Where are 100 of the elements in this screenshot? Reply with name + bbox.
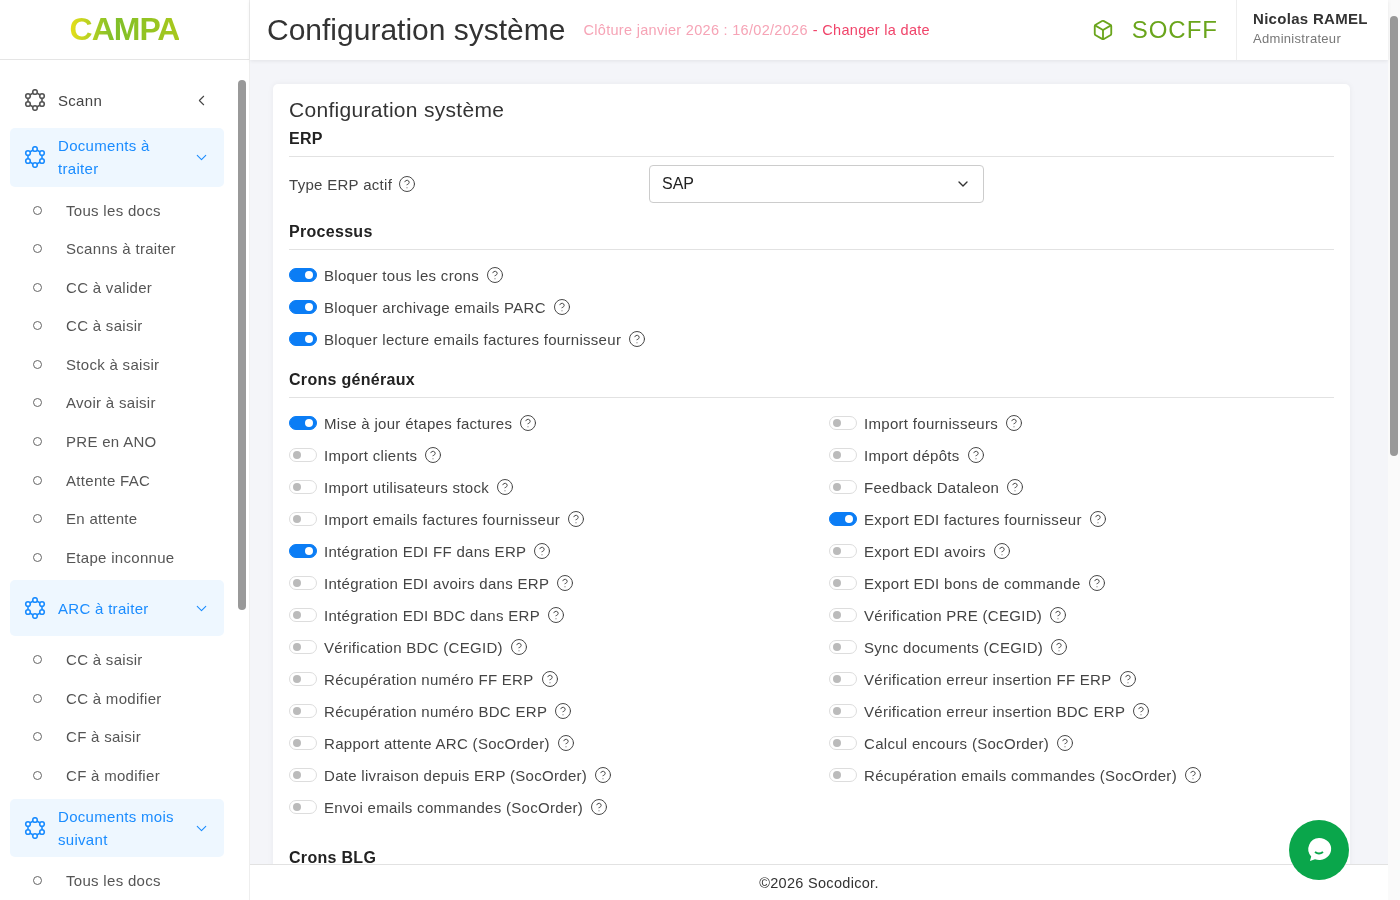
help-icon[interactable] bbox=[1183, 766, 1202, 784]
help-icon[interactable] bbox=[1049, 606, 1068, 624]
menu-item[interactable]: Attente FAC bbox=[10, 460, 224, 500]
section-heading: Processus bbox=[289, 223, 1334, 250]
toggle-switch[interactable] bbox=[289, 332, 317, 346]
change-date-link[interactable]: - Changer la date bbox=[812, 22, 930, 38]
help-icon[interactable] bbox=[1132, 702, 1151, 720]
menu-item[interactable]: CC à saisir bbox=[10, 306, 224, 346]
network-icon bbox=[24, 146, 46, 169]
menu-item[interactable]: CC à valider bbox=[10, 267, 224, 307]
closing-date: Clôture janvier 2026 : 16/02/2026 bbox=[583, 22, 808, 38]
toggle-switch[interactable] bbox=[289, 268, 317, 282]
setting-label: Bloquer archivage emails PARC bbox=[324, 298, 546, 316]
help-icon[interactable] bbox=[590, 798, 609, 816]
setting-label: Bloquer tous les crons bbox=[324, 266, 479, 284]
setting-label: Récupération numéro FF ERP bbox=[324, 670, 534, 688]
menu-item[interactable]: En attente bbox=[10, 499, 224, 538]
toggle-switch[interactable] bbox=[289, 544, 317, 558]
setting-label: Intégration EDI avoirs dans ERP bbox=[324, 574, 550, 592]
help-icon[interactable] bbox=[540, 670, 559, 688]
menu-group-label: Documents à traiter bbox=[58, 136, 151, 180]
help-icon[interactable] bbox=[628, 330, 647, 348]
toggle-switch[interactable] bbox=[289, 300, 317, 314]
help-icon[interactable] bbox=[556, 574, 575, 592]
erp-select[interactable]: SAP bbox=[649, 165, 984, 203]
help-icon[interactable] bbox=[1088, 510, 1107, 528]
field-label: Type ERP actif bbox=[289, 175, 393, 193]
menu-item[interactable]: Etape inconnue bbox=[10, 537, 224, 577]
setting-label: Import fournisseurs bbox=[864, 414, 999, 432]
scrollbar-thumb[interactable] bbox=[238, 80, 246, 610]
setting-label: Sync documents (CEGID) bbox=[864, 638, 1044, 656]
help-icon[interactable] bbox=[554, 702, 573, 720]
setting-label: Envoi emails commandes (SocOrder) bbox=[324, 798, 584, 816]
help-icon[interactable] bbox=[509, 638, 528, 656]
network-icon bbox=[24, 817, 46, 840]
menu-item[interactable]: CC à saisir bbox=[10, 640, 224, 679]
section-heading: Crons généraux bbox=[289, 371, 1334, 398]
help-icon[interactable] bbox=[552, 298, 571, 316]
help-icon[interactable] bbox=[966, 446, 985, 464]
setting-label: Import dépôts bbox=[864, 446, 960, 464]
toggle-switch[interactable] bbox=[829, 512, 857, 526]
help-icon[interactable] bbox=[424, 446, 443, 464]
help-icon[interactable] bbox=[567, 510, 586, 528]
help-icon[interactable] bbox=[1087, 574, 1106, 592]
setting-label: Export EDI bons de commande bbox=[864, 574, 1081, 592]
user-role: Administrateur bbox=[1253, 31, 1342, 46]
setting-label: Mise à jour étapes factures bbox=[324, 414, 513, 432]
setting-label: Vérification BDC (CEGID) bbox=[324, 638, 503, 656]
help-icon[interactable] bbox=[992, 542, 1011, 560]
menu-item[interactable]: Tous les docs bbox=[10, 861, 224, 900]
help-icon[interactable] bbox=[1118, 670, 1137, 688]
menu-item[interactable]: PRE en ANO bbox=[10, 422, 224, 461]
help-icon[interactable] bbox=[496, 478, 515, 496]
menu-group[interactable]: Scann bbox=[10, 80, 224, 120]
network-icon bbox=[24, 597, 46, 620]
help-icon[interactable] bbox=[1006, 478, 1025, 496]
menu-item[interactable]: CC à modifier bbox=[10, 679, 224, 718]
help-icon[interactable] bbox=[1005, 414, 1024, 432]
help-icon[interactable] bbox=[486, 266, 504, 284]
setting-label: Récupération emails commandes (SocOrder) bbox=[864, 766, 1177, 784]
setting-label: Feedback Dataleon bbox=[864, 478, 1000, 496]
setting-label: Bloquer lecture emails factures fournisseur bbox=[324, 330, 622, 348]
setting-label: Vérification PRE (CEGID) bbox=[864, 606, 1043, 624]
setting-label: Calcul encours (SocOrder) bbox=[864, 734, 1050, 752]
setting-label: Import emails factures fournisseur bbox=[324, 510, 561, 528]
help-icon[interactable] bbox=[1050, 638, 1069, 656]
setting-label: Intégration EDI BDC dans ERP bbox=[324, 606, 540, 624]
setting-label: Import utilisateurs stock bbox=[324, 478, 490, 496]
setting-label: Récupération numéro BDC ERP bbox=[324, 702, 548, 720]
network-icon bbox=[24, 89, 46, 111]
help-icon[interactable] bbox=[1056, 734, 1075, 752]
menu-item[interactable]: Tous les docs bbox=[10, 190, 224, 230]
setting-label: Vérification erreur insertion FF ERP bbox=[864, 670, 1112, 688]
menu-item[interactable]: Avoir à saisir bbox=[10, 383, 224, 423]
setting-label: Import clients bbox=[324, 446, 418, 464]
menu-item[interactable]: Scanns à traiter bbox=[10, 229, 224, 268]
toggle-switch[interactable] bbox=[289, 416, 317, 430]
help-icon[interactable] bbox=[519, 414, 538, 432]
section-heading: ERP bbox=[289, 130, 1334, 157]
menu-group-label: ARC à traiter bbox=[58, 598, 150, 619]
setting-label: Vérification erreur insertion BDC ERP bbox=[864, 702, 1126, 720]
page-title: Configuration système bbox=[267, 13, 566, 47]
setting-label: Export EDI avoirs bbox=[864, 542, 986, 560]
menu-item[interactable]: CF à saisir bbox=[10, 717, 224, 757]
help-icon[interactable] bbox=[556, 734, 575, 752]
help-icon[interactable] bbox=[398, 175, 417, 193]
help-icon[interactable] bbox=[594, 766, 613, 784]
box-icon bbox=[1091, 19, 1114, 41]
copyright-text: ©2026 Socodicor. bbox=[759, 874, 879, 891]
user-name: Nicolas RAMEL bbox=[1253, 10, 1369, 27]
setting-label: Export EDI factures fournisseur bbox=[864, 510, 1082, 528]
menu-item[interactable]: CF à modifier bbox=[10, 756, 224, 795]
scrollbar-thumb[interactable] bbox=[1390, 16, 1398, 456]
menu-item[interactable]: Stock à saisir bbox=[10, 345, 224, 384]
setting-label: Date livraison depuis ERP (SocOrder) bbox=[324, 766, 588, 784]
menu-group-label: Scann bbox=[58, 90, 104, 111]
help-icon[interactable] bbox=[533, 542, 552, 560]
company-name: SOCFF bbox=[1131, 16, 1218, 44]
setting-label: Rapport attente ARC (SocOrder) bbox=[324, 734, 550, 752]
help-icon[interactable] bbox=[547, 606, 565, 624]
